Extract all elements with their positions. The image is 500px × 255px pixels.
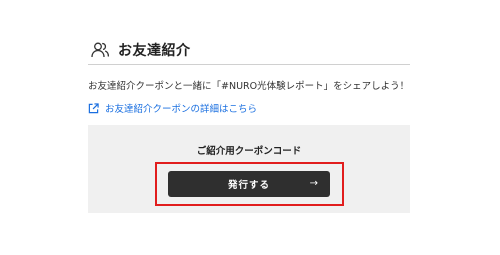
users-icon bbox=[91, 42, 110, 58]
coupon-panel-title: ご紹介用クーポンコード bbox=[196, 146, 302, 157]
section-title: お友達紹介 bbox=[118, 43, 191, 59]
referral-description: お友達紹介クーポンと一緒に「#NURO光体験レポート」をシェアしよう！ bbox=[88, 81, 410, 92]
arrow-right-icon: → bbox=[309, 178, 318, 189]
referral-details-link[interactable]: お友達紹介クーポンの詳細はこちら bbox=[88, 101, 257, 115]
issue-coupon-button[interactable]: 発行する → bbox=[168, 171, 330, 197]
referral-details-link-label: お友達紹介クーポンの詳細はこちら bbox=[105, 104, 258, 115]
friend-referral-card: お友達紹介 お友達紹介クーポンと一緒に「#NURO光体験レポート」をシェアしよう… bbox=[88, 0, 410, 255]
divider bbox=[88, 64, 410, 65]
coupon-code-panel: ご紹介用クーポンコード 発行する → bbox=[88, 125, 410, 213]
section-header: お友達紹介 bbox=[88, 36, 410, 64]
external-link-icon bbox=[88, 102, 99, 113]
issue-coupon-button-label: 発行する bbox=[227, 180, 270, 191]
